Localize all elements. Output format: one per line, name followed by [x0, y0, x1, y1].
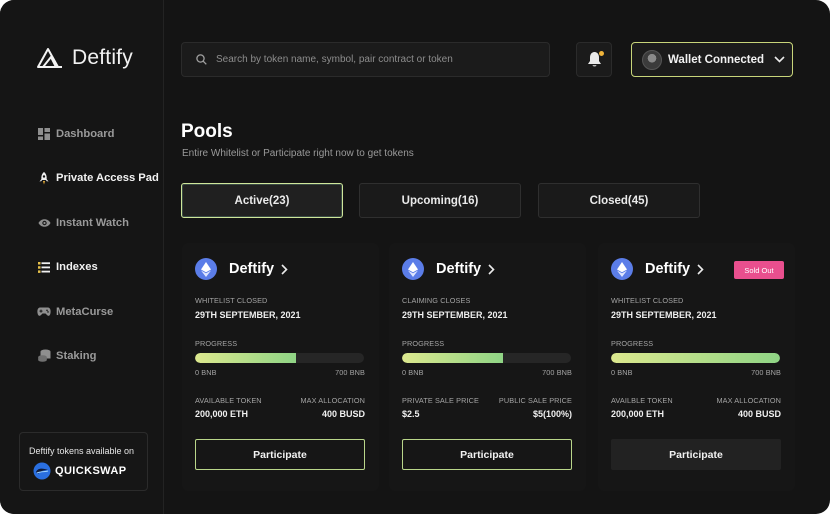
max-allocation-label: MAX ALLOCATION — [716, 396, 781, 405]
progress-fill — [402, 353, 504, 363]
date-label: WHITELIST CLOSED — [195, 296, 268, 305]
tab-active[interactable]: Active(23) — [181, 183, 343, 218]
gamepad-icon — [37, 305, 51, 319]
dashboard-icon — [37, 127, 51, 141]
progress-max: 700 BNB — [542, 368, 572, 377]
pool-card: Deftify WHITELIST CLOSED 29TH SEPTEMBER,… — [182, 243, 379, 491]
pool-name: Deftify — [229, 261, 275, 277]
progress-bar — [611, 353, 780, 363]
sidebar-item-staking[interactable]: Staking — [37, 348, 159, 364]
tab-closed[interactable]: Closed(45) — [538, 183, 700, 218]
progress-max: 700 BNB — [335, 368, 365, 377]
coins-icon — [37, 349, 51, 363]
max-allocation-value: 400 BUSD — [321, 409, 365, 419]
date-value: 29TH SEPTEMBER, 2021 — [402, 310, 508, 320]
date-label: CLAIMING CLOSES — [402, 296, 471, 305]
chevron-down-icon — [774, 56, 785, 63]
sidebar-item-label: Staking — [56, 349, 97, 362]
page-title: Pools — [181, 121, 233, 142]
pool-card-header[interactable]: Deftify — [195, 258, 288, 280]
promo-text: Deftify tokens available on — [29, 446, 135, 456]
pool-name: Deftify — [645, 261, 691, 277]
sidebar-item-instant-watch[interactable]: Instant Watch — [37, 215, 159, 231]
wallet-button[interactable]: Wallet Connected — [631, 42, 793, 77]
private-sale-price-value: $2.5 — [402, 409, 420, 419]
quickswap-logo: QUICKSWAP — [33, 462, 126, 480]
progress-fill — [195, 353, 297, 363]
progress-bar — [402, 353, 571, 363]
date-value: 29TH SEPTEMBER, 2021 — [611, 310, 717, 320]
pool-card: Deftify CLAIMING CLOSES 29TH SEPTEMBER, … — [389, 243, 586, 491]
private-sale-price-label: PRIVATE SALE PRICE — [402, 396, 479, 405]
sold-out-badge: Sold Out — [734, 261, 784, 279]
chevron-right-icon — [488, 263, 495, 275]
progress-label: PROGRESS — [195, 339, 238, 348]
tab-upcoming[interactable]: Upcoming(16) — [359, 183, 521, 218]
quickswap-promo[interactable]: Deftify tokens available on QUICKSWAP — [19, 432, 148, 491]
progress-min: 0 BNB — [402, 368, 424, 377]
available-token-value: 200,000 ETH — [611, 409, 665, 419]
available-token-value: 200,000 ETH — [195, 409, 249, 419]
search-bar[interactable] — [181, 42, 550, 77]
notification-dot — [599, 51, 604, 56]
progress-label: PROGRESS — [402, 339, 445, 348]
quickswap-icon — [33, 462, 51, 480]
progress-bar — [195, 353, 364, 363]
public-sale-price-label: PUBLIC SALE PRICE — [498, 396, 572, 405]
quickswap-name: QUICKSWAP — [55, 465, 127, 477]
progress-min: 0 BNB — [611, 368, 633, 377]
rocket-icon — [37, 171, 51, 185]
pool-name: Deftify — [436, 261, 482, 277]
max-allocation-label: MAX ALLOCATION — [300, 396, 365, 405]
sidebar-item-label: Indexes — [56, 261, 98, 274]
sidebar-item-dashboard[interactable]: Dashboard — [37, 126, 159, 142]
avatar — [642, 49, 662, 70]
sidebar-item-label: Dashboard — [56, 128, 115, 140]
ethereum-icon — [195, 258, 217, 280]
app-name: Deftify — [72, 46, 133, 69]
sidebar: Deftify Dashboard Private Access Pad Ins… — [0, 0, 164, 514]
list-icon — [37, 260, 51, 274]
date-label: WHITELIST CLOSED — [611, 296, 684, 305]
ethereum-icon — [611, 258, 633, 280]
ethereum-icon — [402, 258, 424, 280]
eye-icon — [37, 216, 51, 230]
deftify-logo-icon — [37, 48, 62, 68]
participate-button[interactable]: Participate — [611, 439, 781, 470]
pool-card-header[interactable]: Deftify — [611, 258, 704, 280]
available-token-label: AVAILABLE TOKEN — [195, 396, 262, 405]
chevron-right-icon — [281, 263, 288, 275]
progress-max: 700 BNB — [751, 368, 781, 377]
sidebar-item-metacurse[interactable]: MetaCurse — [37, 304, 159, 320]
wallet-label: Wallet Connected — [668, 53, 765, 66]
public-sale-price-value: $5(100%) — [532, 409, 572, 419]
sidebar-item-indexes[interactable]: Indexes — [37, 259, 159, 275]
date-value: 29TH SEPTEMBER, 2021 — [195, 310, 301, 320]
sidebar-item-label: Private Access Pad — [56, 172, 159, 185]
page-subtitle: Entire Whitelist or Participate right no… — [182, 148, 414, 159]
sidebar-item-private-access-pad[interactable]: Private Access Pad — [37, 170, 159, 186]
participate-button[interactable]: Participate — [195, 439, 365, 470]
notifications-button[interactable] — [576, 42, 612, 77]
available-token-label: AVAILBLE TOKEN — [611, 396, 673, 405]
sidebar-nav: Dashboard Private Access Pad Instant Wat… — [37, 126, 159, 392]
pool-card-header[interactable]: Deftify — [402, 258, 495, 280]
search-icon — [196, 54, 207, 65]
sidebar-item-label: MetaCurse — [56, 305, 114, 318]
app-window: Deftify Dashboard Private Access Pad Ins… — [0, 0, 830, 514]
pool-card: Deftify Sold Out WHITELIST CLOSED 29TH S… — [598, 243, 795, 491]
app-logo[interactable]: Deftify — [36, 46, 133, 70]
search-input[interactable] — [216, 54, 536, 65]
max-allocation-value: 400 BUSD — [737, 409, 781, 419]
progress-min: 0 BNB — [195, 368, 217, 377]
progress-fill — [611, 353, 780, 363]
participate-button[interactable]: Participate — [402, 439, 572, 470]
chevron-right-icon — [697, 263, 704, 275]
sidebar-item-label: Instant Watch — [56, 216, 129, 229]
progress-label: PROGRESS — [611, 339, 654, 348]
